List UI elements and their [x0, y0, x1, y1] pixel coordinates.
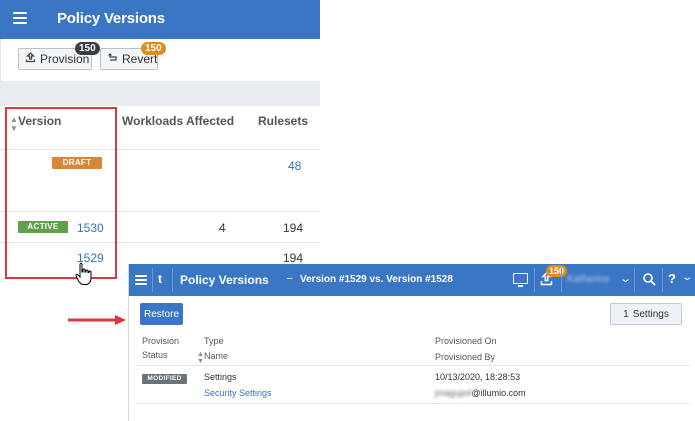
- settings-count-button[interactable]: 1 Settings: [610, 303, 682, 325]
- column-header-provisioned-on[interactable]: Provisioned On: [435, 336, 497, 346]
- column-header-status[interactable]: Status: [142, 350, 168, 360]
- header-divider: [662, 268, 663, 292]
- hamburger-icon[interactable]: [13, 12, 27, 24]
- header-divider: [534, 268, 535, 292]
- settings-label: Settings: [632, 308, 669, 320]
- row-divider: [135, 403, 690, 404]
- column-header-workloads-affected[interactable]: Workloads Affected: [122, 114, 234, 128]
- provisioned-by-user: jmagupol: [435, 388, 472, 398]
- column-header-provision[interactable]: Provision: [142, 336, 179, 346]
- provision-count-badge: 150: [546, 265, 568, 277]
- help-icon[interactable]: ?: [668, 271, 676, 286]
- version-comparison-window: t Policy Versions – Version #1529 vs. Ve…: [128, 264, 695, 421]
- rulesets-count: 194: [283, 251, 304, 265]
- filter-strip: [0, 81, 320, 106]
- row-name-link[interactable]: Security Settings: [204, 388, 272, 398]
- red-arrow-icon: [68, 315, 126, 325]
- back-icon[interactable]: t: [158, 272, 162, 286]
- column-header-provisioned-by[interactable]: Provisioned By: [435, 352, 495, 362]
- page-title: Policy Versions: [57, 10, 165, 27]
- sort-icon[interactable]: ▲ ▼: [197, 351, 204, 365]
- status-badge-modified: MODIFIED: [142, 374, 187, 384]
- chevron-down-icon[interactable]: ⌄: [681, 272, 693, 283]
- row-provisioned-by: jmagupol@illumio.com: [435, 388, 526, 398]
- app-header: t Policy Versions – Version #1529 vs. Ve…: [129, 264, 695, 296]
- header-divider: [152, 268, 153, 292]
- header-divider: [634, 268, 635, 292]
- chevron-down-icon[interactable]: ⌄: [619, 272, 632, 285]
- hamburger-icon[interactable]: [135, 275, 147, 285]
- header-divider: [135, 365, 690, 366]
- workloads-affected-value: 4: [219, 221, 226, 235]
- user-menu[interactable]: Katherine: [567, 274, 610, 285]
- upload-icon: [25, 52, 36, 66]
- column-header-name[interactable]: Name: [204, 351, 228, 361]
- hand-pointer-icon: [75, 262, 92, 285]
- version-column-highlight: [5, 107, 117, 279]
- settings-count: 1: [623, 308, 629, 320]
- page-subtitle: Version #1529 vs. Version #1528: [300, 274, 453, 285]
- column-header-rulesets[interactable]: Rulesets: [258, 114, 308, 128]
- rulesets-count: 194: [283, 221, 304, 235]
- page-title: Policy Versions: [180, 273, 269, 287]
- revert-count-badge: 150: [141, 42, 166, 55]
- row-type: Settings: [204, 372, 237, 382]
- provision-count-badge: 150: [75, 42, 100, 55]
- header-divider: [172, 268, 173, 292]
- restore-button[interactable]: Restore: [140, 303, 183, 325]
- monitor-icon[interactable]: [513, 273, 528, 287]
- app-header: Policy Versions: [0, 0, 320, 39]
- row-provisioned-on: 10/13/2020, 18:28:53: [435, 372, 521, 382]
- toolbar: Provision 150 Revert 150: [0, 39, 320, 81]
- header-divider: [561, 268, 562, 292]
- search-icon[interactable]: [642, 272, 657, 287]
- provisioned-by-domain: @illumio.com: [471, 388, 526, 398]
- undo-icon: [107, 52, 118, 66]
- title-separator: –: [287, 273, 293, 284]
- rulesets-count-link[interactable]: 48: [288, 159, 301, 173]
- column-header-type[interactable]: Type: [204, 336, 224, 346]
